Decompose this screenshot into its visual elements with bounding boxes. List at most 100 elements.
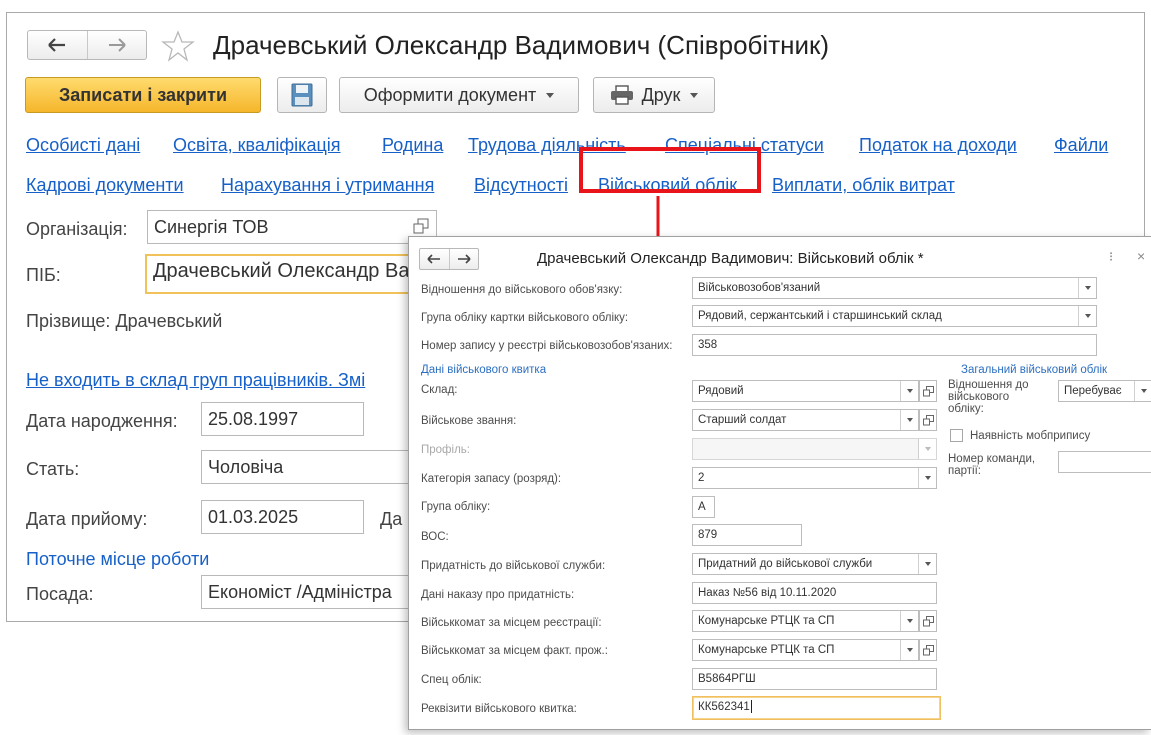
arrow-left-icon <box>48 38 66 52</box>
profile-label: Профіль: <box>421 444 470 456</box>
special-accounting-field[interactable]: В5864РГШ <box>692 668 937 690</box>
more-options-icon[interactable]: ⁝ <box>1109 249 1113 265</box>
mob-order-checkbox[interactable] <box>950 429 963 442</box>
back-button[interactable] <box>28 31 87 59</box>
general-relation-label-line1: Відношення до <box>948 379 1029 391</box>
birth-date-field[interactable]: 25.08.1997 <box>201 402 364 436</box>
close-icon[interactable]: × <box>1137 248 1145 264</box>
chevron-down-icon[interactable] <box>900 611 918 631</box>
composition-open-button[interactable] <box>919 380 937 402</box>
commissariat-residence-open-button[interactable] <box>919 639 937 661</box>
accounting-group-label: Група обліку: <box>421 501 491 513</box>
favorite-star-icon[interactable] <box>161 30 195 62</box>
accounting-group-field[interactable]: А <box>692 496 715 518</box>
tab-files[interactable]: Файли <box>1054 134 1108 156</box>
relation-select[interactable]: Військовозобов'язаний <box>692 277 1097 299</box>
chevron-down-icon <box>690 92 699 98</box>
registry-number-field[interactable]: 358 <box>692 334 1097 356</box>
print-button[interactable]: Друк <box>593 77 715 113</box>
general-section-title: Загальний військовий облік <box>961 364 1108 376</box>
pib-label: ПІБ: <box>26 265 61 285</box>
general-relation-select[interactable]: Перебуває <box>1058 380 1151 402</box>
employee-groups-link[interactable]: Не входить в склад груп працівників. Змі <box>26 369 365 391</box>
commissariat-residence-label: Військкомат за місцем факт. прож.: <box>421 645 608 657</box>
team-number-field[interactable] <box>1058 451 1151 473</box>
vos-field[interactable]: 879 <box>692 524 802 546</box>
open-icon <box>922 414 934 425</box>
rank-open-button[interactable] <box>919 409 937 431</box>
profile-select <box>692 438 937 460</box>
tab-hr-documents[interactable]: Кадрові документи <box>26 174 184 196</box>
general-relation-label-line3: обліку: <box>948 403 984 415</box>
current-workplace-section[interactable]: Поточне місце роботи <box>26 548 209 570</box>
chevron-down-icon <box>918 439 936 459</box>
card-group-select[interactable]: Рядовий, сержантський і старшинський скл… <box>692 305 1097 327</box>
surname-text: Прізвище: Драчевський <box>26 311 223 331</box>
special-accounting-label: Спец облік: <box>421 674 482 686</box>
organization-field[interactable]: Синергія ТОВ <box>147 210 437 244</box>
full-name-field[interactable]: Драчевський Олександр Ва <box>145 254 415 294</box>
mob-order-label: Наявність мобприпису <box>970 430 1091 442</box>
open-icon <box>922 644 934 655</box>
chevron-down-icon[interactable] <box>1134 381 1151 401</box>
dialog-back-button[interactable] <box>420 249 449 269</box>
chevron-down-icon[interactable] <box>900 410 918 430</box>
forward-button[interactable] <box>86 31 147 59</box>
open-icon[interactable] <box>413 218 429 234</box>
arrow-right-icon <box>108 38 126 52</box>
save-and-close-button[interactable]: Записати і закрити <box>25 77 261 113</box>
chevron-down-icon[interactable] <box>900 640 918 660</box>
fitness-order-label: Дані наказу про придатність: <box>421 589 575 601</box>
commissariat-registration-select[interactable]: Комунарське РТЦК та СП <box>692 610 919 632</box>
dialog-history-nav <box>419 248 479 270</box>
position-field[interactable]: Економіст /Адміністра <box>201 575 415 609</box>
commissariat-registration-label: Військкомат за місцем реєстрації: <box>421 617 602 629</box>
chevron-down-icon <box>546 92 555 98</box>
ticket-details-label: Реквізити військового квитка: <box>421 703 577 715</box>
ticket-section-title: Дані військового квитка <box>421 364 547 376</box>
vos-label: ВОС: <box>421 531 449 543</box>
tab-absences[interactable]: Відсутності <box>474 174 568 196</box>
position-label: Посада: <box>26 584 94 604</box>
chevron-down-icon[interactable] <box>1078 278 1096 298</box>
commissariat-residence-select[interactable]: Комунарське РТЦК та СП <box>692 639 919 661</box>
fitness-label: Придатність до військової служби: <box>421 560 606 572</box>
organization-label: Організація: <box>26 219 128 239</box>
hire-date-label: Дата прийому: <box>26 509 148 529</box>
arrow-left-icon <box>427 254 441 264</box>
fitness-order-field[interactable]: Наказ №56 від 10.11.2020 <box>692 582 937 604</box>
chevron-down-icon[interactable] <box>900 381 918 401</box>
tab-education[interactable]: Освіта, кваліфікація <box>173 134 341 156</box>
composition-select[interactable]: Рядовий <box>692 380 919 402</box>
reserve-category-select[interactable]: 2 <box>692 467 937 489</box>
tab-family[interactable]: Родина <box>382 134 443 156</box>
chevron-down-icon[interactable] <box>918 554 936 574</box>
military-registration-dialog: Драчевський Олександр Вадимович: Військо… <box>408 236 1151 730</box>
reserve-category-label: Категорія запасу (розряд): <box>421 473 562 485</box>
tab-payments[interactable]: Виплати, облік витрат <box>772 174 955 196</box>
issue-document-button[interactable]: Оформити документ <box>339 77 579 113</box>
text-cursor <box>750 700 752 714</box>
ticket-details-field[interactable]: КК562341 <box>692 696 941 720</box>
hire-date-field[interactable]: 01.03.2025 <box>201 500 364 534</box>
tab-income-tax[interactable]: Податок на доходи <box>859 134 1017 156</box>
fitness-select[interactable]: Придатний до військової служби <box>692 553 937 575</box>
rank-label: Військове звання: <box>421 415 517 427</box>
chevron-down-icon[interactable] <box>918 468 936 488</box>
tab-accruals[interactable]: Нарахування і утримання <box>221 174 434 196</box>
sex-label: Стать: <box>26 459 80 479</box>
printer-icon <box>610 85 633 105</box>
rank-select[interactable]: Старший солдат <box>692 409 919 431</box>
dialog-forward-button[interactable] <box>448 249 479 269</box>
sex-field[interactable]: Чоловіча <box>201 450 415 484</box>
card-group-label: Група обліку картки військового обліку: <box>421 312 629 324</box>
history-nav <box>27 30 147 60</box>
hire-extra-label: Да <box>380 509 403 529</box>
commissariat-registration-open-button[interactable] <box>919 610 937 632</box>
save-button[interactable] <box>277 77 327 113</box>
tab-personal-data[interactable]: Особисті дані <box>26 134 140 156</box>
registry-number-label: Номер запису у реєстрі військовозобов'яз… <box>421 340 673 352</box>
chevron-down-icon[interactable] <box>1078 306 1096 326</box>
open-icon <box>922 385 934 396</box>
open-icon <box>922 615 934 626</box>
